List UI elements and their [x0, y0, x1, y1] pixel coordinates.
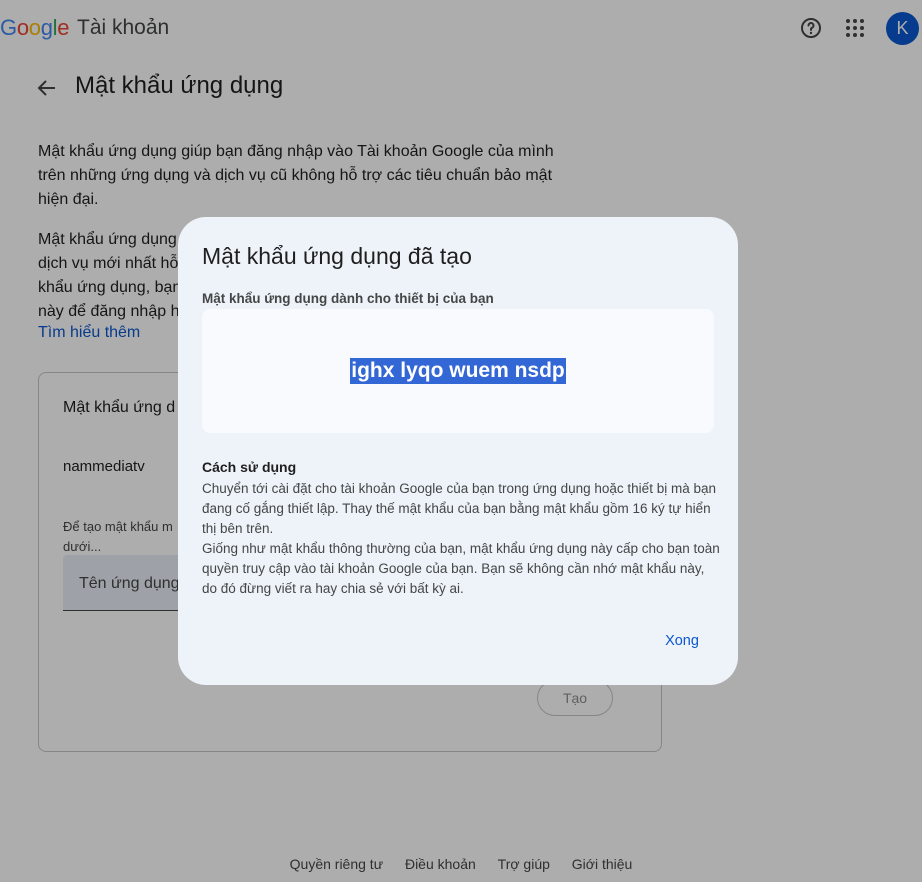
howto-paragraph: Giống như mật khẩu thông thường của bạn,… [202, 541, 720, 596]
password-label: Mật khẩu ứng dụng dành cho thiết bị của … [202, 291, 494, 306]
howto-title: Cách sử dụng [202, 459, 297, 475]
generated-password[interactable]: ighx lyqo wuem nsdp [350, 358, 566, 384]
generated-password-dialog: Mật khẩu ứng dụng đã tạo Mật khẩu ứng dụ… [178, 217, 738, 685]
password-box: ighx lyqo wuem nsdp [202, 309, 714, 433]
howto-text: Chuyển tới cài đặt cho tài khoản Google … [202, 479, 722, 599]
howto-paragraph: Chuyển tới cài đặt cho tài khoản Google … [202, 481, 716, 536]
done-button[interactable]: Xong [652, 629, 712, 653]
dialog-title: Mật khẩu ứng dụng đã tạo [202, 243, 472, 269]
